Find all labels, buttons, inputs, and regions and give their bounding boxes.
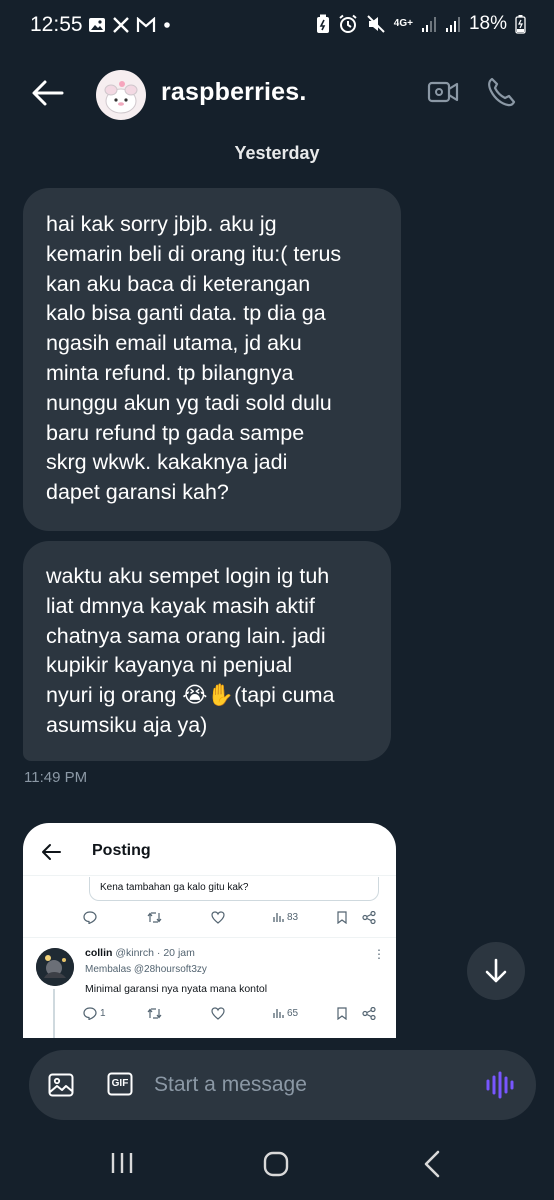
message-line: ngasih email utama, jd aku (46, 331, 302, 356)
voice-message-icon[interactable] (485, 1069, 515, 1101)
reply-name: collin (85, 947, 113, 959)
message-bubble[interactable]: waktu aku sempet login ig tuh liat dmnya… (23, 541, 391, 761)
like-action (211, 911, 225, 924)
status-right: 4G+ 18% (316, 13, 526, 35)
heart-icon (211, 1007, 225, 1020)
message-line: baru refund tp gada sampe (46, 420, 305, 445)
message-line: skrg wkwk. kakaknya jadi (46, 450, 288, 475)
views-icon (273, 913, 284, 922)
message-line: nyuri ig orang 😭✋(tapi cuma (46, 683, 335, 708)
reply-action: 1 (83, 1007, 106, 1020)
views-count: 83 (287, 911, 299, 923)
message-line: nunggu akun yg tadi sold dulu (46, 390, 332, 415)
repost-icon (147, 1008, 162, 1019)
date-separator: Yesterday (234, 143, 320, 163)
back-arrow-icon (42, 844, 61, 860)
reply-action (83, 911, 97, 924)
recent-apps-icon[interactable] (110, 1152, 134, 1174)
arrow-down-icon (485, 958, 507, 983)
views-action: 65 (272, 1007, 298, 1019)
quoted-post: Kena tambahan ga kalo gitu kak? (89, 877, 379, 901)
gif-label: GIF (111, 1078, 129, 1089)
contact-avatar[interactable] (96, 70, 146, 120)
battery-saver-icon (316, 14, 329, 33)
reply-text: Minimal garansi nya nyata mana kontol (85, 983, 268, 995)
bookmark-icon (337, 911, 347, 924)
divider (23, 937, 396, 938)
network-type: 4G+ (393, 18, 413, 29)
image-icon[interactable] (48, 1073, 74, 1097)
message-line: minta refund. tp bilangnya (46, 360, 294, 385)
status-time: 12:55 (30, 13, 83, 36)
signal-icon (421, 17, 436, 32)
message-timestamp: 11:49 PM (24, 769, 88, 786)
gmail-icon (136, 17, 156, 32)
divider (23, 875, 396, 876)
message-line: kupikir kayanya ni penjual (46, 653, 293, 678)
x-logo-icon (113, 17, 129, 33)
views-action: 83 (272, 911, 298, 923)
message-line: kemarin beli di orang itu:( terus (46, 241, 342, 266)
message-line: kalo bisa ganti data. tp dia ga (46, 301, 326, 326)
more-icon: ⋮ (373, 947, 385, 961)
reply-author: collin @kinrch · 20 jam (85, 947, 195, 959)
reply-count: 1 (100, 1008, 106, 1019)
battery-icon (515, 15, 526, 34)
home-icon[interactable] (263, 1151, 289, 1177)
repost-icon (147, 912, 162, 923)
message-line: kan aku baca di keterangan (46, 271, 311, 296)
like-action (211, 1007, 225, 1020)
phone-call-icon[interactable] (486, 76, 516, 108)
video-call-icon[interactable] (427, 79, 459, 105)
reply-icon (83, 911, 97, 924)
dot-icon (164, 22, 170, 28)
message-line: dapet garansi kah? (46, 480, 229, 505)
scroll-to-bottom-button[interactable] (467, 942, 525, 1000)
quoted-text: Kena tambahan ga kalo gitu kak? (100, 882, 249, 893)
status-left-icons (88, 16, 172, 34)
message-line: waktu aku sempet login ig tuh (46, 564, 330, 588)
gallery-icon (89, 18, 105, 32)
message-line: liat dmnya kayak masih aktif (46, 593, 315, 618)
views-icon (273, 1009, 284, 1018)
post-page-title: Posting (92, 842, 151, 859)
message-bubble[interactable]: hai kak sorry jbjb. aku jg kemarin beli … (23, 188, 401, 531)
signal-icon (445, 17, 460, 32)
thread-line (53, 989, 55, 1038)
heart-icon (211, 911, 225, 924)
alarm-icon (339, 14, 357, 33)
views-count: 65 (287, 1007, 299, 1019)
shared-image[interactable]: Posting Kena tambahan ga kalo gitu kak? … (23, 823, 396, 1038)
repost-action (147, 911, 162, 924)
mute-icon (367, 15, 385, 33)
repost-action (147, 1007, 162, 1020)
gif-button[interactable]: GIF (107, 1072, 133, 1096)
message-line: hai kak sorry jbjb. aku jg (46, 212, 277, 236)
nav-back-icon[interactable] (424, 1150, 440, 1178)
contact-name[interactable]: raspberries. (161, 78, 307, 107)
replying-to: Membalas @28hoursoft3zy (85, 964, 207, 975)
bookmark-icon (337, 1007, 347, 1020)
message-input[interactable] (154, 1069, 454, 1101)
battery-percent: 18% (468, 13, 507, 34)
avatar (36, 948, 74, 986)
share-icon (362, 1007, 376, 1020)
message-line: chatnya sama orang lain. jadi (46, 623, 326, 648)
back-arrow-icon[interactable] (30, 78, 64, 108)
message-line: asumsiku aja ya) (46, 712, 208, 737)
reply-icon (83, 1007, 97, 1020)
reply-handle: @kinrch · 20 jam (115, 947, 195, 959)
share-icon (362, 911, 376, 924)
